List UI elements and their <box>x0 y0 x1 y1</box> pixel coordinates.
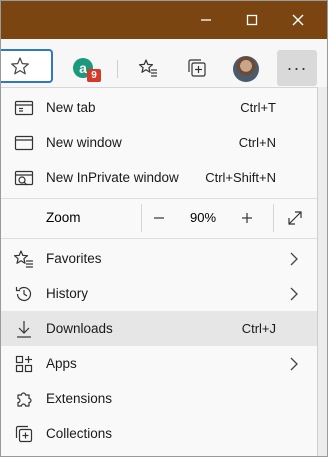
download-icon <box>13 318 35 340</box>
zoom-label: Zoom <box>46 210 81 225</box>
menu-item-label: Apps <box>46 356 77 371</box>
chevron-right-icon <box>287 252 301 266</box>
menu-item-shortcut: Ctrl+J <box>241 321 276 336</box>
menu-item-label: New window <box>46 135 122 150</box>
fullscreen-button[interactable] <box>281 200 309 236</box>
toolbar-separator <box>117 60 118 78</box>
minus-icon <box>154 217 164 219</box>
menu-item-new-window[interactable]: New window Ctrl+N <box>1 125 317 160</box>
menu-item-shortcut: Ctrl+T <box>240 100 276 115</box>
favorites-icon <box>13 248 35 270</box>
menu-item-history[interactable]: History <box>1 276 317 311</box>
minimize-button[interactable] <box>183 1 229 39</box>
zoom-separator <box>141 204 142 232</box>
zoom-row: Zoom 90% <box>1 200 317 236</box>
settings-and-more-button[interactable]: ··· <box>277 50 317 86</box>
menu-item-new-inprivate-window[interactable]: New InPrivate window Ctrl+Shift+N <box>1 160 317 195</box>
settings-menu: New tab Ctrl+T New window Ctrl+N New InP… <box>1 87 318 456</box>
browser-window: a 9 ··· New tab Ctrl+T New window Ctrl+N… <box>0 0 328 457</box>
chevron-right-icon <box>287 357 301 371</box>
close-button[interactable] <box>275 1 321 39</box>
collections-icon <box>13 423 35 445</box>
apps-icon <box>13 353 35 375</box>
menu-item-shortcut: Ctrl+N <box>238 135 276 150</box>
history-icon <box>13 283 35 305</box>
menu-item-shortcut: Ctrl+Shift+N <box>205 170 276 185</box>
menu-item-label: New InPrivate window <box>46 170 179 185</box>
new-window-icon <box>13 132 35 154</box>
maximize-icon <box>246 14 258 26</box>
collections-toolbar-button[interactable] <box>184 55 210 81</box>
zoom-level: 90% <box>189 210 217 225</box>
menu-item-label: Extensions <box>46 391 113 406</box>
puzzle-icon <box>13 388 35 410</box>
inprivate-icon <box>13 167 35 189</box>
minimize-icon <box>201 19 211 21</box>
new-tab-icon <box>13 97 35 119</box>
menu-item-favorites[interactable]: Favorites <box>1 241 317 276</box>
page-scrollbar[interactable] <box>317 87 327 456</box>
chevron-right-icon <box>287 287 301 301</box>
menu-item-label: Favorites <box>46 251 102 266</box>
menu-divider <box>1 238 317 239</box>
close-icon <box>292 14 304 26</box>
plus-icon <box>242 213 252 223</box>
add-favorite-button[interactable] <box>9 55 31 77</box>
favorites-list-icon <box>138 59 157 77</box>
star-outline-icon <box>11 57 29 75</box>
menu-item-label: History <box>46 286 89 301</box>
zoom-out-button[interactable] <box>143 200 175 236</box>
collections-icon <box>188 59 206 77</box>
profile-avatar[interactable] <box>233 56 259 82</box>
fullscreen-icon <box>288 211 302 225</box>
menu-item-apps[interactable]: Apps <box>1 346 317 381</box>
title-bar <box>1 1 327 39</box>
menu-item-label: New tab <box>46 100 96 115</box>
menu-item-label: Collections <box>46 426 113 441</box>
zoom-separator <box>273 204 274 232</box>
menu-divider <box>1 198 317 199</box>
maximize-button[interactable] <box>229 1 275 39</box>
zoom-in-button[interactable] <box>231 200 263 236</box>
menu-item-label: Downloads <box>46 321 113 336</box>
menu-item-extensions[interactable]: Extensions <box>1 381 317 416</box>
favorites-toolbar-button[interactable] <box>135 55 161 81</box>
extension-badge: 9 <box>87 69 101 82</box>
address-bar[interactable] <box>1 49 53 83</box>
menu-item-downloads[interactable]: Downloads Ctrl+J <box>1 311 317 346</box>
menu-item-new-tab[interactable]: New tab Ctrl+T <box>1 90 317 125</box>
menu-item-collections[interactable]: Collections <box>1 416 317 451</box>
